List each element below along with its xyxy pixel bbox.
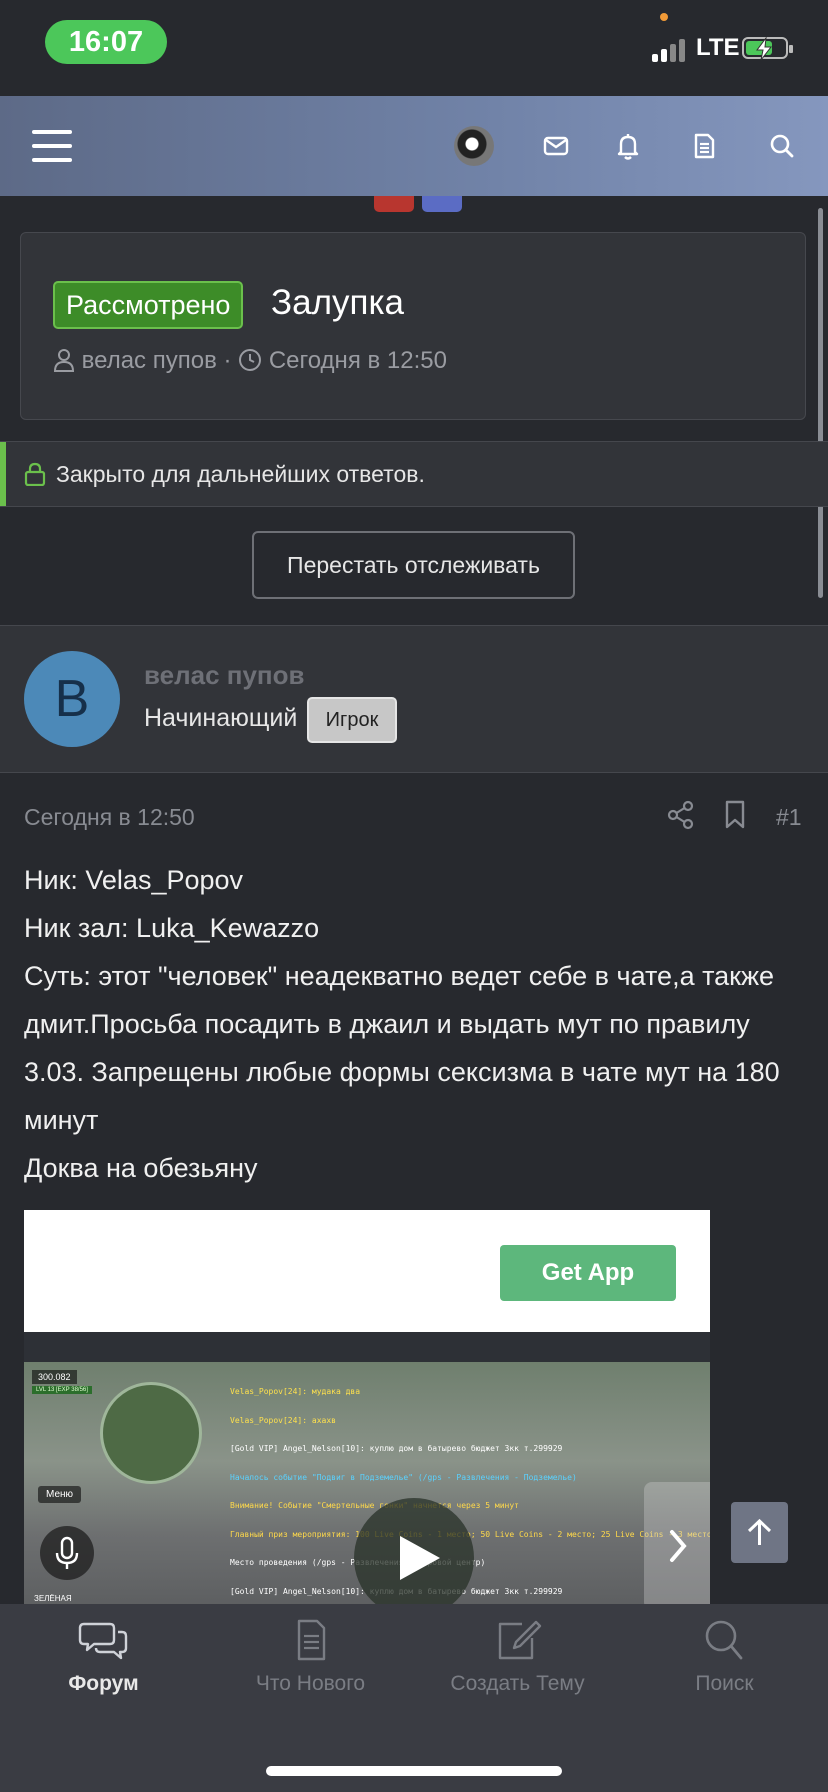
thread-date[interactable]: Сегодня в 12:50 xyxy=(269,347,447,374)
forum-chat-icon xyxy=(78,1622,127,1660)
post-author-avatar[interactable]: В xyxy=(24,651,120,747)
clock-icon xyxy=(239,349,262,371)
post-author-name[interactable]: велас пупов xyxy=(144,660,305,691)
thread-title: Залупка xyxy=(271,283,405,322)
tab-create-thread[interactable]: Создать Тему xyxy=(414,1618,621,1696)
tab-forum-label: Форум xyxy=(68,1672,139,1695)
nav-tab-peek-blue[interactable] xyxy=(422,196,462,212)
embedded-video[interactable]: Get App 300.082 LVL 13 [EXP 38/56] Velas… xyxy=(24,1210,710,1610)
unwatch-thread-button[interactable]: Перестать отслеживать xyxy=(252,531,575,599)
search-icon[interactable] xyxy=(762,126,802,166)
game-hud-level: LVL 13 [EXP 38/56] xyxy=(32,1386,92,1394)
user-role-badge: Игрок xyxy=(307,697,397,743)
home-indicator[interactable] xyxy=(266,1766,562,1776)
post-number-link[interactable]: #1 xyxy=(776,804,802,831)
thread-meta: велас пупов · Сегодня в 12:50 xyxy=(53,347,447,375)
scroll-to-top-button[interactable] xyxy=(731,1502,788,1563)
chat-line: [Gold VIP] Angel_Nelson[10]: куплю дом в… xyxy=(230,1444,563,1453)
thread-author-link[interactable]: велас пупов xyxy=(82,347,217,374)
microphone-icon xyxy=(40,1526,94,1580)
notice-accent-bar xyxy=(0,442,6,506)
inbox-envelope-icon[interactable] xyxy=(536,126,576,166)
chat-line: Началось событие "Подвиг в Подземелье" (… xyxy=(230,1472,577,1482)
battery-icon xyxy=(742,37,793,61)
play-button-icon[interactable] xyxy=(354,1498,474,1610)
game-hud-money: 300.082 xyxy=(32,1370,77,1384)
thread-header-card: Рассмотрено Залупка велас пупов · Сегодн… xyxy=(20,232,806,420)
network-type: LTE xyxy=(696,34,740,61)
privacy-indicator-dot xyxy=(660,13,668,21)
tab-search[interactable]: Поиск xyxy=(621,1618,828,1696)
get-app-button[interactable]: Get App xyxy=(500,1245,676,1301)
post-date-link[interactable]: Сегодня в 12:50 xyxy=(24,804,195,831)
thread-prefix-badge[interactable]: Рассмотрено xyxy=(53,281,244,329)
site-header xyxy=(0,96,828,196)
tab-search-label: Поиск xyxy=(695,1672,754,1695)
nav-tab-peek-red[interactable] xyxy=(374,196,414,212)
chat-line: Velas_Popov[24]: мудака два xyxy=(230,1387,361,1396)
lock-icon xyxy=(24,462,46,486)
status-time: 16:07 xyxy=(45,20,167,64)
tab-whats-new-label: Что Нового xyxy=(255,1672,366,1695)
game-zone-label: ЗЕЛЁНАЯ xyxy=(34,1594,72,1603)
signal-strength-icon xyxy=(652,36,688,62)
thread-closed-notice: Закрыто для дальнейших ответов. xyxy=(0,441,828,507)
game-menu-label: Меню xyxy=(38,1486,82,1503)
closed-notice-text: Закрыто для дальнейших ответов. xyxy=(56,461,425,487)
status-bar: 16:07 LTE xyxy=(0,0,828,96)
bookmark-icon[interactable] xyxy=(720,798,750,837)
meta-separator: · xyxy=(223,347,232,374)
share-icon[interactable] xyxy=(664,798,698,837)
search-icon xyxy=(705,1620,742,1660)
tab-forum[interactable]: Форум xyxy=(0,1618,207,1696)
post-author-title: Начинающий xyxy=(144,704,298,732)
video-thumbnail[interactable]: 300.082 LVL 13 [EXP 38/56] Velas_Popov[2… xyxy=(24,1362,710,1610)
whats-new-document-icon[interactable] xyxy=(684,126,724,166)
post-line-nick: Ник: Velas_Popov xyxy=(24,865,244,895)
tab-whats-new[interactable]: Что Нового xyxy=(207,1618,414,1696)
user-avatar-button[interactable] xyxy=(454,126,494,166)
post-line-evidence: Доква на обезьяну xyxy=(24,1153,258,1183)
post-user-block: В велас пупов Начинающий Игрок xyxy=(0,625,828,773)
game-minimap xyxy=(100,1382,202,1484)
post-body: Ник: Velas_Popov Ник зал: Luka_Kewazzo С… xyxy=(24,856,814,1192)
bottom-tab-bar: Форум Что Нового Создать Тему Поиск xyxy=(0,1604,828,1792)
user-icon xyxy=(53,349,75,372)
post-line-description: Суть: этот "человек" неадекватно ведет с… xyxy=(24,961,780,1135)
alerts-bell-icon[interactable] xyxy=(608,126,648,166)
page-scrollbar[interactable] xyxy=(818,208,823,598)
arrow-up-icon xyxy=(747,1518,772,1545)
menu-hamburger-icon[interactable] xyxy=(32,130,72,162)
post-line-offender-nick: Ник зал: Luka_Kewazzo xyxy=(24,913,320,943)
next-arrow-icon[interactable] xyxy=(644,1482,710,1610)
tab-create-thread-label: Создать Тему xyxy=(450,1672,585,1695)
chat-line: Velas_Popov[24]: ахахв xyxy=(230,1415,336,1425)
document-icon xyxy=(297,1619,325,1661)
edit-icon xyxy=(498,1620,541,1660)
